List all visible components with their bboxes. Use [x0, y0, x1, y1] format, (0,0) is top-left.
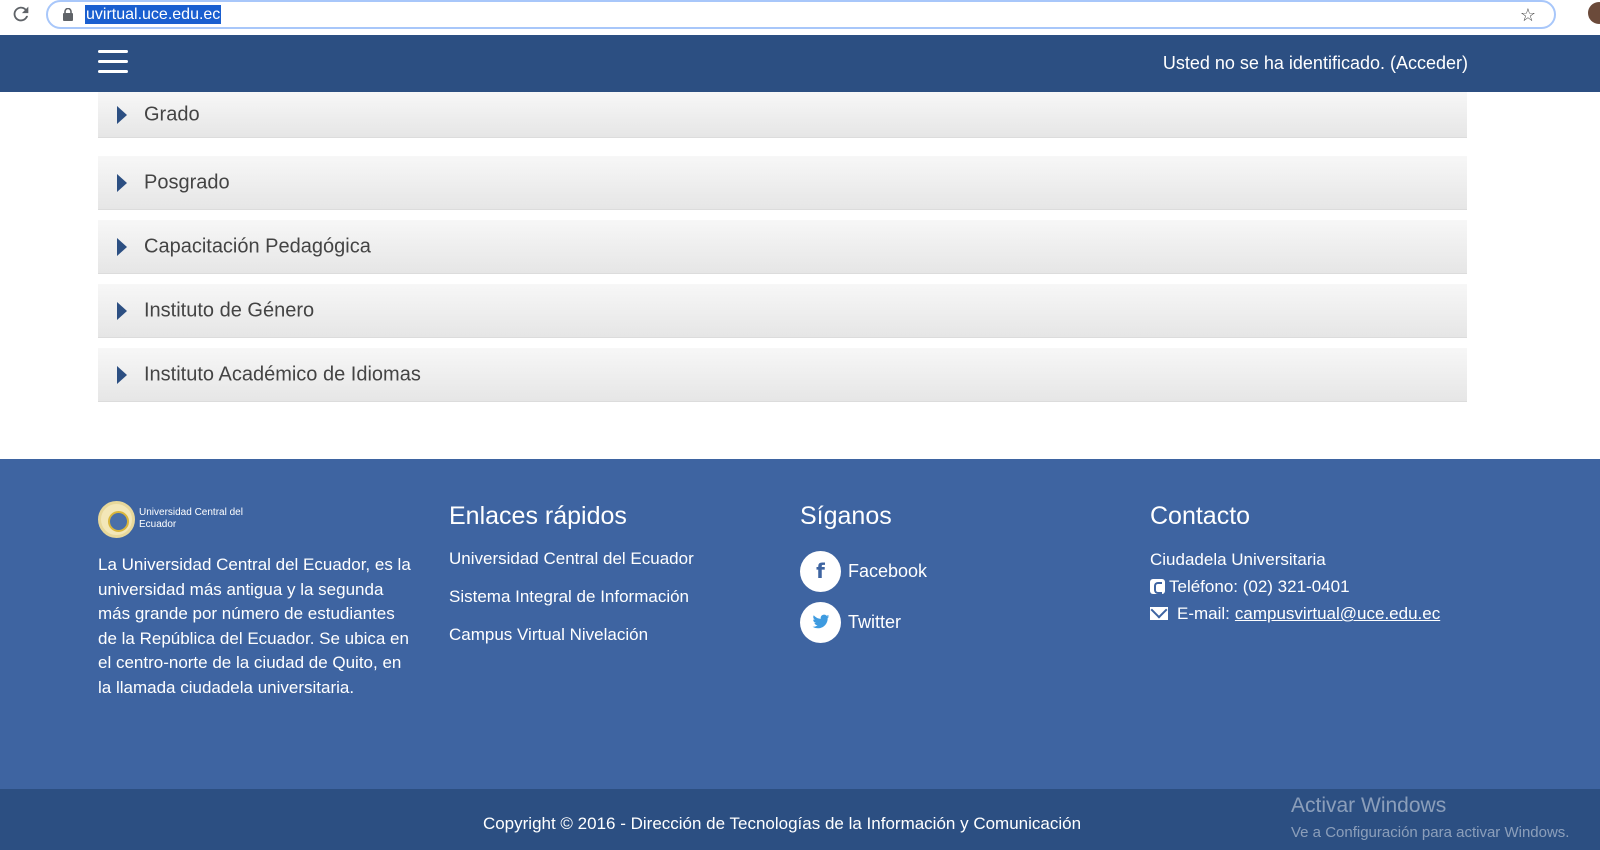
category-instituto-idiomas[interactable]: Instituto Académico de Idiomas — [98, 348, 1467, 402]
university-logo: Universidad Central del Ecuador — [98, 499, 418, 539]
twitter-link[interactable]: Twitter — [800, 601, 1100, 643]
email-link[interactable]: campusvirtual@uce.edu.ec — [1235, 600, 1440, 627]
facebook-label[interactable]: Facebook — [848, 561, 927, 582]
caret-right-icon[interactable] — [117, 301, 127, 320]
email-label: E-mail: — [1177, 604, 1230, 623]
link-universidad-central[interactable]: Universidad Central del Ecuador — [449, 549, 779, 569]
category-posgrado[interactable]: Posgrado — [98, 156, 1467, 210]
link-sistema-integral[interactable]: Sistema Integral de Información — [449, 587, 779, 607]
category-label[interactable]: Instituto de Género — [144, 299, 314, 322]
facebook-icon[interactable]: f — [800, 550, 841, 592]
watermark-title: Activar Windows — [1291, 794, 1447, 817]
browser-toolbar: uvirtual.uce.edu.ec ☆ — [0, 0, 1600, 35]
lock-icon[interactable] — [62, 8, 74, 21]
footer-contact: Contacto Ciudadela Universitaria Teléfon… — [1150, 499, 1510, 627]
caret-right-icon[interactable] — [117, 237, 127, 256]
university-seal-icon — [98, 500, 135, 538]
menu-icon[interactable] — [98, 50, 128, 76]
login-status[interactable]: Usted no se ha identificado. (Acceder) — [1163, 53, 1468, 74]
logo-text: Universidad Central del Ecuador — [139, 507, 243, 530]
bookmark-star-icon[interactable]: ☆ — [1520, 6, 1536, 24]
category-grado[interactable]: Grado — [98, 92, 1467, 138]
footer-about: Universidad Central del Ecuador La Unive… — [98, 499, 418, 700]
contact-title: Contacto — [1150, 502, 1251, 530]
phone-text: Teléfono: (02) 321-0401 — [1169, 577, 1350, 596]
contact-address: Ciudadela Universitaria — [1150, 550, 1326, 569]
address-bar[interactable]: uvirtual.uce.edu.ec ☆ — [46, 0, 1556, 29]
contact-phone: Teléfono: (02) 321-0401 — [1150, 573, 1510, 600]
quick-links-title: Enlaces rápidos — [449, 502, 627, 530]
url-text[interactable]: uvirtual.uce.edu.ec — [85, 5, 222, 24]
about-text: La Universidad Central del Ecuador, es l… — [98, 555, 411, 697]
caret-right-icon[interactable] — [117, 173, 127, 192]
reload-icon[interactable] — [10, 3, 32, 25]
site-navbar: Usted no se ha identificado. (Acceder) — [0, 35, 1600, 92]
caret-right-icon[interactable] — [117, 365, 127, 384]
phone-icon — [1150, 579, 1165, 594]
category-instituto-genero[interactable]: Instituto de Género — [98, 284, 1467, 338]
footer-social: Síganos f Facebook Twitter — [800, 499, 1100, 652]
category-list: Grado Posgrado Capacitación Pedagógica I… — [98, 92, 1467, 412]
caret-right-icon[interactable] — [117, 105, 127, 124]
contact-email: E-mail: campusvirtual@uce.edu.ec — [1150, 600, 1510, 627]
watermark-subtitle: Ve a Configuración para activar Windows. — [1291, 824, 1570, 841]
windows-activation-watermark: Activar Windows Ve a Configuración para … — [1291, 793, 1569, 843]
category-capacitacion[interactable]: Capacitación Pedagógica — [98, 220, 1467, 274]
link-campus-nivelacion[interactable]: Campus Virtual Nivelación — [449, 625, 779, 645]
site-footer: Universidad Central del Ecuador La Unive… — [0, 459, 1600, 789]
category-label[interactable]: Posgrado — [144, 171, 230, 194]
footer-quick-links: Enlaces rápidos Universidad Central del … — [449, 499, 779, 663]
category-label[interactable]: Grado — [144, 103, 200, 126]
follow-title: Síganos — [800, 502, 892, 530]
facebook-link[interactable]: f Facebook — [800, 550, 1100, 592]
twitter-icon[interactable] — [800, 601, 841, 643]
envelope-icon — [1150, 607, 1168, 620]
profile-avatar[interactable] — [1588, 2, 1600, 24]
twitter-label[interactable]: Twitter — [848, 612, 901, 633]
category-label[interactable]: Capacitación Pedagógica — [144, 235, 371, 258]
category-label[interactable]: Instituto Académico de Idiomas — [144, 363, 421, 386]
